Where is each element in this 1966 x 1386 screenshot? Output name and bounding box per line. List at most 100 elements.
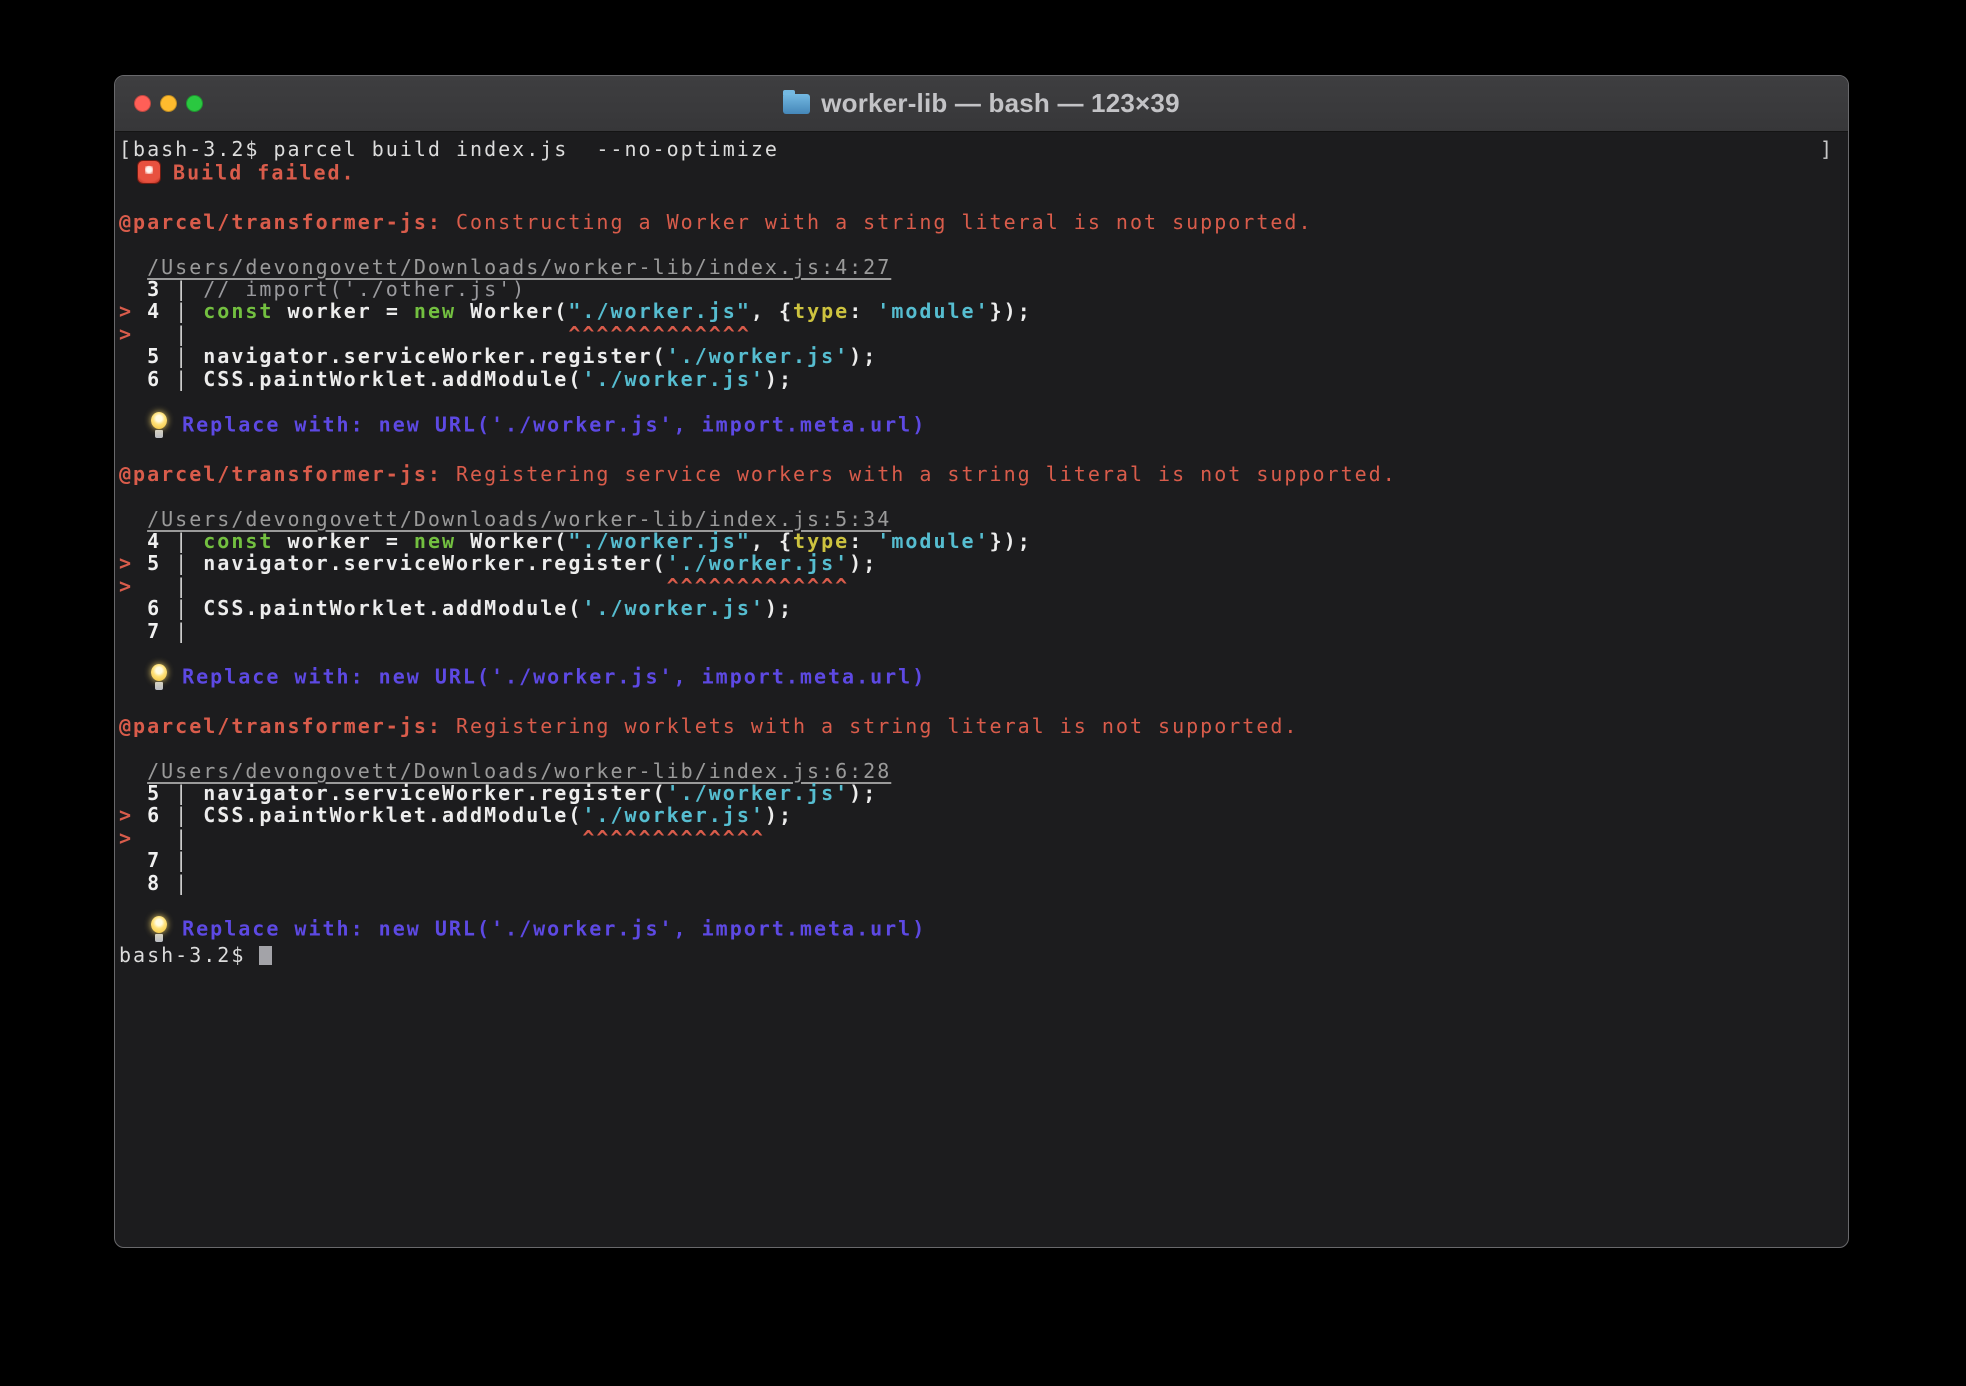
text-segment: @parcel/transformer-js: [119,210,442,234]
text-segment: // import('./other.js') [203,277,526,301]
text-segment: }); [990,299,1032,323]
text-segment: type [793,299,849,323]
text-segment: 5 [119,781,175,805]
terminal-line: /Users/devongovett/Downloads/worker-lib/… [119,508,1842,530]
text-segment: type [793,529,849,553]
text-segment: Build failed. [173,161,356,185]
minimize-button[interactable] [160,95,177,112]
text-segment [119,507,147,531]
terminal-line: @parcel/transformer-js: Registering serv… [119,463,1842,485]
terminal-line [119,894,1842,916]
text-segment [119,161,133,185]
close-button[interactable] [134,95,151,112]
text-segment: /Users/devongovett/Downloads/worker-lib/… [147,255,891,279]
text-segment: './worker.js' [582,596,765,620]
text-segment: > [119,299,133,323]
traffic-lights [134,76,203,131]
line-wrap-bracket: ] [1820,138,1834,160]
text-segment: > [119,322,133,346]
text-segment: Registering worklets with a string liter… [442,714,1299,738]
text-segment: ); [765,367,793,391]
window-title: worker-lib — bash — 123×39 [783,88,1180,119]
text-segment: | [175,529,203,553]
terminal-line: 6 | CSS.paintWorklet.addModule('./worker… [119,368,1842,390]
text-segment: "./worker.js" [568,299,751,323]
text-segment: new [414,529,456,553]
terminal-window: worker-lib — bash — 123×39 [bash-3.2$ pa… [114,75,1849,1248]
text-segment: > [119,551,133,575]
text-segment [119,413,147,437]
text-segment: | [175,619,189,643]
text-segment: ); [765,803,793,827]
text-segment [119,255,147,279]
text-segment: './worker.js' [667,781,850,805]
text-segment: Worker( [456,299,568,323]
text-segment: CSS.paintWorklet.addModule( [203,367,582,391]
text-segment [133,826,175,850]
zoom-button[interactable] [186,95,203,112]
text-segment: 6 [119,367,175,391]
text-segment: CSS.paintWorklet.addModule( [203,803,582,827]
text-segment: './worker.js' [667,551,850,575]
terminal-line [119,188,1842,210]
text-segment: 6 [119,596,175,620]
text-segment: : [849,529,877,553]
text-segment: const [203,299,273,323]
text-segment: | [175,596,203,620]
terminal-line: > | ^^^^^^^^^^^^^ [119,827,1842,849]
text-segment: bash-3.2$ [119,943,259,967]
terminal-line: bash-3.2$ [119,944,1842,966]
text-segment [203,322,568,346]
alarm-icon [137,160,161,184]
terminal-line [119,692,1842,714]
text-segment: navigator.serviceWorker.register( [203,781,666,805]
text-segment: | [175,299,203,323]
text-segment: | [175,803,203,827]
folder-icon [783,94,810,114]
text-segment: ^^^^^^^^^^^^^ [582,826,765,850]
text-segment: | [175,871,189,895]
text-segment: Constructing a Worker with a string lite… [442,210,1313,234]
text-segment: Worker( [456,529,568,553]
text-segment: ^^^^^^^^^^^^^ [667,574,850,598]
text-segment: ); [849,551,877,575]
terminal-line: 3 | // import('./other.js') [119,278,1842,300]
text-segment: 7 [119,619,175,643]
text-segment: './worker.js' [667,344,850,368]
text-segment: 3 [119,277,175,301]
text-segment: | [175,848,189,872]
bulb-icon [149,412,169,438]
text-segment: | [175,781,203,805]
terminal-line: @parcel/transformer-js: Registering work… [119,715,1842,737]
text-segment: | [175,367,203,391]
terminal-line: > 6 | CSS.paintWorklet.addModule('./work… [119,804,1842,826]
title-bar[interactable]: worker-lib — bash — 123×39 [115,76,1848,132]
text-segment: /Users/devongovett/Downloads/worker-lib/… [147,759,891,783]
text-segment: | [175,551,203,575]
terminal-line: [bash-3.2$ parcel build index.js --no-op… [119,138,1842,160]
text-segment: navigator.serviceWorker.register( [203,344,666,368]
text-segment: worker = [273,299,413,323]
terminal-line: @parcel/transformer-js: Constructing a W… [119,211,1842,233]
text-segment: @parcel/transformer-js: [119,714,442,738]
text-segment: | [175,277,203,301]
terminal-line [119,233,1842,255]
terminal-line: 8 | [119,872,1842,894]
text-segment: 5 [133,551,175,575]
terminal-line: Replace with: new URL('./worker.js', imp… [119,916,1842,944]
terminal-line: > 5 | navigator.serviceWorker.register('… [119,552,1842,574]
text-segment [119,917,147,941]
text-segment: Replace with: new URL('./worker.js', imp… [182,917,926,941]
bulb-icon [149,916,169,942]
terminal-line: > | ^^^^^^^^^^^^^ [119,323,1842,345]
terminal-output[interactable]: [bash-3.2$ parcel build index.js --no-op… [115,132,1848,1247]
text-segment [133,322,175,346]
text-segment: | [175,826,203,850]
text-segment: './worker.js' [582,803,765,827]
text-segment [203,574,666,598]
terminal-line: 6 | CSS.paintWorklet.addModule('./worker… [119,597,1842,619]
terminal-line: > | ^^^^^^^^^^^^^ [119,575,1842,597]
text-segment: "./worker.js" [568,529,751,553]
text-segment: ); [849,781,877,805]
text-segment: , { [751,529,793,553]
